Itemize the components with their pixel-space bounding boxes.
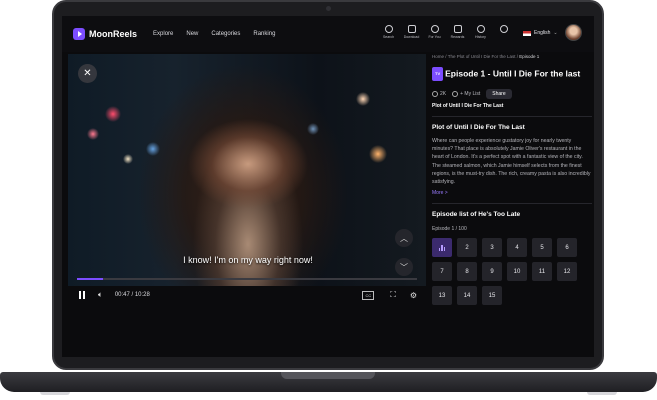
play-count-icon bbox=[432, 91, 438, 97]
brand-name: MoonReels bbox=[89, 29, 138, 39]
episode-cell[interactable]: 9 bbox=[482, 262, 502, 282]
for-you-button[interactable]: For You bbox=[426, 25, 443, 39]
search-icon bbox=[384, 25, 393, 33]
pause-button[interactable] bbox=[77, 290, 86, 300]
chevron-up-icon: ︿ bbox=[400, 233, 408, 243]
laptop-notch bbox=[281, 372, 375, 379]
nav-link-ranking[interactable]: Ranking bbox=[253, 31, 275, 37]
breadcrumb-sep: / bbox=[516, 54, 519, 59]
download-button[interactable]: Download bbox=[403, 25, 420, 39]
laptop-foot-right bbox=[587, 392, 617, 395]
plot-heading: Plot of Until I Die For The Last bbox=[432, 124, 525, 131]
episode-cell[interactable]: 7 bbox=[432, 262, 452, 282]
episode-title-text: Episode 1 - Until I Die For the last bbox=[445, 68, 581, 79]
pause-icon-bar bbox=[82, 290, 85, 299]
nav-link-new[interactable]: New bbox=[186, 31, 198, 37]
divider bbox=[432, 116, 592, 117]
nav-link-explore[interactable]: Explore bbox=[153, 31, 173, 37]
more-link[interactable]: More > bbox=[432, 190, 592, 196]
episode-grid: 2 3 4 5 6 7 8 9 10 11 12 13 14 15 bbox=[432, 238, 592, 306]
brand-logo[interactable]: MoonReels bbox=[73, 28, 137, 40]
heart-outline-icon bbox=[452, 91, 459, 97]
user-avatar[interactable] bbox=[565, 24, 582, 41]
share-button[interactable]: Share bbox=[486, 89, 512, 99]
episode-title: TV Episode 1 - Until I Die For the last bbox=[432, 67, 592, 81]
title-tooltip: Plot of Until I Die For The Last bbox=[432, 103, 504, 109]
play-logo-icon bbox=[73, 28, 85, 40]
volume-icon[interactable]: 🔈︎ bbox=[98, 290, 103, 300]
episode-cell[interactable]: 6 bbox=[557, 238, 577, 258]
plot-text: Where can people experience gustatory jo… bbox=[432, 138, 591, 186]
episode-cell[interactable]: 13 bbox=[432, 286, 452, 306]
breadcrumb-series[interactable]: The Plot of Until I Die For the Last bbox=[448, 54, 516, 59]
video-player[interactable]: ✕ I know! I'm on my way right now! ︿ ﹀ bbox=[68, 54, 426, 286]
history-label: History bbox=[475, 35, 486, 39]
episode-cell[interactable]: 12 bbox=[557, 262, 577, 282]
history-icon bbox=[476, 25, 485, 33]
search-label: Search bbox=[382, 35, 395, 39]
like-count: 2K bbox=[440, 91, 447, 97]
laptop-foot-left bbox=[40, 392, 70, 395]
language-selector[interactable]: English ⌄ bbox=[523, 30, 558, 36]
camera bbox=[326, 6, 331, 11]
pause-icon-bar bbox=[78, 290, 81, 299]
heart-icon bbox=[430, 25, 439, 33]
episode-cell[interactable]: 5 bbox=[532, 238, 552, 258]
video-subtitle: I know! I'm on my way right now! bbox=[183, 255, 313, 265]
episode-cell[interactable]: 3 bbox=[482, 238, 502, 258]
breadcrumb-home[interactable]: Home bbox=[432, 54, 444, 59]
episode-cell[interactable]: 4 bbox=[507, 238, 527, 258]
nav-icon-group: Search Download For You Rewards History bbox=[380, 25, 512, 39]
nav-link-categories[interactable]: Categories bbox=[211, 31, 240, 37]
next-episode-button[interactable]: ﹀ bbox=[395, 258, 413, 276]
divider bbox=[432, 203, 592, 205]
download-icon bbox=[407, 25, 416, 33]
clock-button[interactable] bbox=[495, 25, 512, 39]
episode-cell[interactable]: 15 bbox=[482, 286, 502, 306]
rewards-label: Rewards bbox=[450, 35, 465, 39]
playback-time: 00:47 / 10:28 bbox=[114, 292, 150, 298]
chevron-down-icon: ﹀ bbox=[400, 262, 408, 272]
close-button[interactable]: ✕ bbox=[78, 64, 97, 83]
episode-cell[interactable]: 14 bbox=[457, 286, 477, 306]
my-list-button[interactable]: + My List bbox=[452, 91, 480, 97]
gift-icon bbox=[453, 25, 462, 33]
now-playing-icon bbox=[438, 244, 446, 251]
episode-actions: 2K + My List Share bbox=[432, 89, 592, 99]
us-flag-icon bbox=[523, 30, 531, 36]
breadcrumb-current: Episode 1 bbox=[519, 54, 540, 59]
episode-cell[interactable]: 11 bbox=[532, 262, 552, 282]
player-controls: 🔈︎ 00:47 / 10:28 CC ⛶ ⚙ bbox=[77, 288, 417, 302]
episode-list-heading: Episode list of He's Too Late bbox=[432, 211, 521, 219]
episode-range[interactable]: Episode 1 / 100 bbox=[432, 226, 592, 232]
breadcrumb: Home / The Plot of Until I Die For the L… bbox=[432, 54, 592, 59]
rewards-button[interactable]: Rewards bbox=[449, 25, 466, 39]
episode-cell[interactable]: 2 bbox=[457, 238, 477, 258]
language-label: English bbox=[534, 30, 551, 36]
for-you-label: For You bbox=[428, 35, 441, 39]
breadcrumb-sep: / bbox=[445, 54, 447, 59]
clock-icon bbox=[499, 25, 508, 33]
progress-fill bbox=[77, 278, 103, 280]
like-button[interactable]: 2K bbox=[432, 91, 446, 97]
chevron-down-icon: ⌄ bbox=[553, 30, 558, 36]
captions-button[interactable]: CC bbox=[362, 290, 375, 300]
episode-panel: Home / The Plot of Until I Die For the L… bbox=[432, 54, 592, 354]
top-nav: MoonReels Explore New Categories Ranking… bbox=[62, 16, 594, 52]
search-button[interactable]: Search bbox=[380, 25, 397, 39]
history-button[interactable]: History bbox=[472, 25, 489, 39]
app-screen: MoonReels Explore New Categories Ranking… bbox=[62, 16, 594, 357]
episode-cell-current[interactable] bbox=[432, 238, 452, 258]
nav-links: Explore New Categories Ranking bbox=[153, 31, 275, 37]
episode-cell[interactable]: 8 bbox=[457, 262, 477, 282]
episode-cell[interactable]: 10 bbox=[507, 262, 527, 282]
episode-tag: TV bbox=[432, 67, 444, 81]
close-icon: ✕ bbox=[83, 68, 92, 79]
fullscreen-icon[interactable]: ⛶ bbox=[390, 290, 396, 300]
my-list-label: + My List bbox=[460, 91, 481, 97]
gear-icon[interactable]: ⚙ bbox=[410, 291, 417, 300]
previous-episode-button[interactable]: ︿ bbox=[395, 229, 413, 247]
progress-bar[interactable] bbox=[77, 278, 417, 280]
download-label: Download bbox=[403, 35, 420, 39]
